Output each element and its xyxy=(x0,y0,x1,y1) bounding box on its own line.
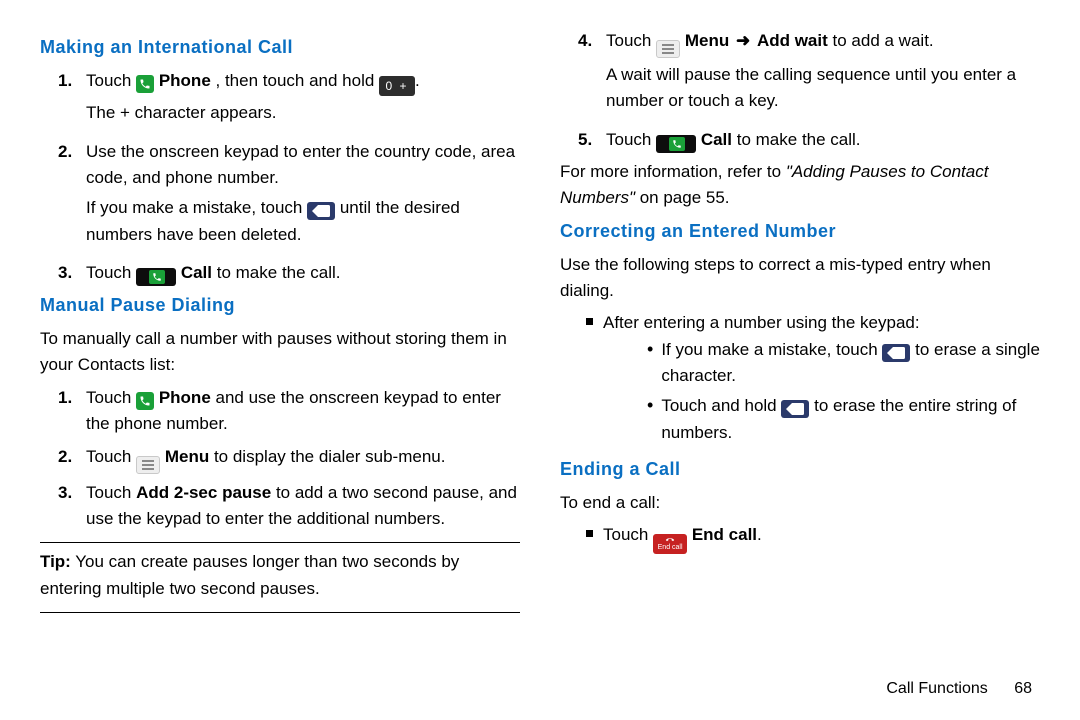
text: Touch xyxy=(86,447,136,466)
menu-label: Menu xyxy=(165,447,209,466)
correct-bullets: After entering a number using the keypad… xyxy=(560,310,1040,450)
pause-steps: 1. Touch Phone and use the onscreen keyp… xyxy=(40,385,520,532)
step-number: 4. xyxy=(578,28,596,121)
phone-icon xyxy=(136,392,154,410)
tip-block: Tip: You can create pauses longer than t… xyxy=(40,549,520,602)
zero-key-icon: 0 + xyxy=(379,76,415,96)
tip-divider xyxy=(40,542,520,543)
text: The + character appears. xyxy=(86,100,520,126)
call-button-icon xyxy=(656,135,696,153)
text: Touch xyxy=(603,525,653,544)
text: on page 55. xyxy=(635,188,730,207)
arrow-icon xyxy=(734,31,752,50)
square-bullet-icon xyxy=(586,530,593,537)
menu-label: Menu xyxy=(685,31,729,50)
backspace-icon xyxy=(882,344,910,362)
tip-divider xyxy=(40,612,520,613)
text: Touch xyxy=(606,130,656,149)
text: Touch xyxy=(606,31,656,50)
end-bullets: Touch End call End call. xyxy=(560,522,1040,554)
bullet-icon xyxy=(647,393,653,446)
left-column: Making an International Call 1. Touch Ph… xyxy=(40,28,520,619)
text: to make the call. xyxy=(737,130,861,149)
bullet-icon xyxy=(647,337,653,390)
page-footer: Call Functions 68 xyxy=(886,677,1032,702)
text: . xyxy=(757,525,762,544)
text: to display the dialer sub-menu. xyxy=(214,447,446,466)
phone-icon xyxy=(136,75,154,93)
text: Use the onscreen keypad to enter the cou… xyxy=(86,142,515,187)
text: For more information, refer to xyxy=(560,162,786,181)
text: . xyxy=(415,71,420,90)
step-number: 1. xyxy=(58,68,76,133)
step-number: 1. xyxy=(58,385,76,438)
square-bullet-icon xyxy=(586,318,593,325)
pause-intro: To manually call a number with pauses wi… xyxy=(40,326,520,379)
phone-label: Phone xyxy=(159,388,211,407)
correct-intro: Use the following steps to correct a mis… xyxy=(560,252,1040,305)
text: to make the call. xyxy=(217,263,341,282)
end-call-label: End call xyxy=(692,525,757,544)
heading-correcting-number: Correcting an Entered Number xyxy=(560,218,1040,246)
text: Touch xyxy=(86,71,136,90)
intl-steps: 1. Touch Phone , then touch and hold 0 +… xyxy=(40,68,520,286)
heading-manual-pause: Manual Pause Dialing xyxy=(40,292,520,320)
end-intro: To end a call: xyxy=(560,490,1040,516)
step-number: 3. xyxy=(58,480,76,533)
call-button-icon xyxy=(136,268,176,286)
text: After entering a number using the keypad… xyxy=(603,313,920,332)
text: , then touch and hold xyxy=(216,71,380,90)
step-number: 2. xyxy=(58,444,76,474)
step-number: 5. xyxy=(578,127,596,153)
add-pause-label: Add 2-sec pause xyxy=(136,483,271,502)
phone-label: Phone xyxy=(159,71,211,90)
end-call-icon: End call xyxy=(653,534,687,554)
text: If you make a mistake, touch xyxy=(86,198,307,217)
menu-icon xyxy=(136,456,160,474)
right-column: 4. Touch Menu Add wait to add a wait. A … xyxy=(560,28,1040,619)
text: Touch xyxy=(86,263,136,282)
text: Touch xyxy=(86,388,136,407)
backspace-icon xyxy=(307,202,335,220)
heading-international-call: Making an International Call xyxy=(40,34,520,62)
backspace-icon xyxy=(781,400,809,418)
footer-page-number: 68 xyxy=(1014,680,1032,697)
text: If you make a mistake, touch xyxy=(661,340,882,359)
step-number: 2. xyxy=(58,139,76,254)
menu-icon xyxy=(656,40,680,58)
footer-section: Call Functions xyxy=(886,680,987,697)
text: Touch and hold xyxy=(661,396,781,415)
text: A wait will pause the calling sequence u… xyxy=(606,62,1040,115)
call-label: Call xyxy=(701,130,732,149)
tip-text: You can create pauses longer than two se… xyxy=(40,552,459,597)
text: Touch xyxy=(86,483,136,502)
pause-steps-cont: 4. Touch Menu Add wait to add a wait. A … xyxy=(560,28,1040,153)
reference-text: For more information, refer to "Adding P… xyxy=(560,159,1040,212)
heading-ending-call: Ending a Call xyxy=(560,456,1040,484)
text: to add a wait. xyxy=(833,31,934,50)
call-label: Call xyxy=(181,263,212,282)
add-wait-label: Add wait xyxy=(757,31,828,50)
step-number: 3. xyxy=(58,260,76,286)
tip-label: Tip: xyxy=(40,552,71,571)
page-content: Making an International Call 1. Touch Ph… xyxy=(40,28,1040,619)
